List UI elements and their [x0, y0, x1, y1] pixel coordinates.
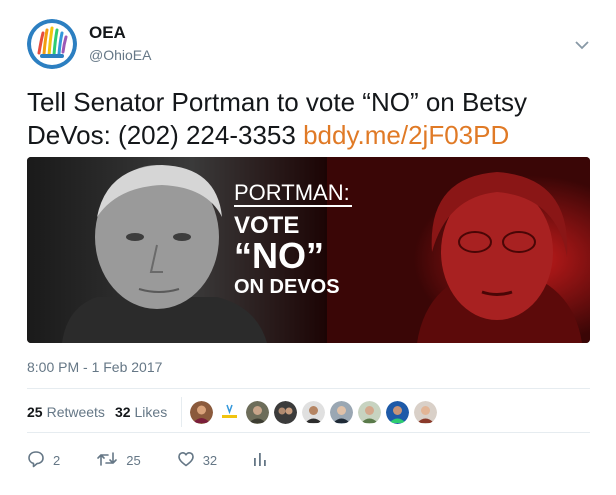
likes-label: Likes: [134, 404, 168, 420]
reply-button[interactable]: 2: [27, 450, 60, 471]
liker-avatar[interactable]: [274, 400, 298, 424]
reply-icon: [27, 450, 53, 471]
divider: [27, 432, 590, 433]
tweet-timestamp[interactable]: 8:00 PM - 1 Feb 2017: [27, 359, 162, 375]
tweet-text: Tell Senator Portman to vote “NO” on Bet…: [27, 86, 597, 152]
user-handle[interactable]: @OhioEA: [89, 47, 151, 63]
divider: [27, 388, 590, 389]
tweet-header: OEA @OhioEA: [27, 19, 597, 71]
like-count: 32: [202, 452, 218, 468]
retweet-button[interactable]: 25: [96, 450, 141, 471]
retweet-count: 25: [126, 452, 141, 468]
heart-icon: [177, 450, 203, 471]
media-headline: PORTMAN:: [234, 180, 350, 205]
liker-avatar[interactable]: [386, 400, 410, 424]
retweets-stat[interactable]: 25 Retweets: [27, 404, 105, 420]
liker-avatar[interactable]: [190, 400, 214, 424]
liker-avatar[interactable]: [330, 400, 354, 424]
liker-avatars: [190, 400, 442, 424]
tweet-media[interactable]: PORTMAN: VOTE “NO” ON DEVOS: [27, 157, 590, 343]
divider: [181, 397, 183, 427]
like-button[interactable]: 32: [177, 450, 217, 471]
liker-avatar[interactable]: [246, 400, 270, 424]
media-line-no: “NO”: [234, 235, 324, 276]
chevron-down-icon[interactable]: [575, 37, 589, 50]
likes-stat[interactable]: 32 Likes: [115, 404, 167, 420]
tweet-actions: 2 25 32: [27, 448, 311, 472]
analytics-icon: [253, 450, 275, 471]
user-name[interactable]: OEA: [89, 23, 126, 43]
reply-count: 2: [53, 452, 61, 468]
liker-avatar[interactable]: [302, 400, 326, 424]
retweets-label: Retweets: [46, 404, 105, 420]
likes-count: 32: [114, 404, 131, 420]
tweet-link[interactable]: bddy.me/2jF03PD: [303, 120, 509, 150]
liker-avatar[interactable]: [358, 400, 382, 424]
tweet-stats: 25 Retweets 32 Likes: [27, 397, 442, 427]
liker-avatar[interactable]: [218, 400, 242, 424]
media-line-devos: ON DEVOS: [234, 276, 340, 298]
retweet-icon: [96, 450, 126, 471]
analytics-button[interactable]: [253, 450, 275, 471]
avatar[interactable]: [27, 19, 77, 69]
retweets-count: 25: [27, 404, 43, 420]
liker-avatar[interactable]: [414, 400, 438, 424]
